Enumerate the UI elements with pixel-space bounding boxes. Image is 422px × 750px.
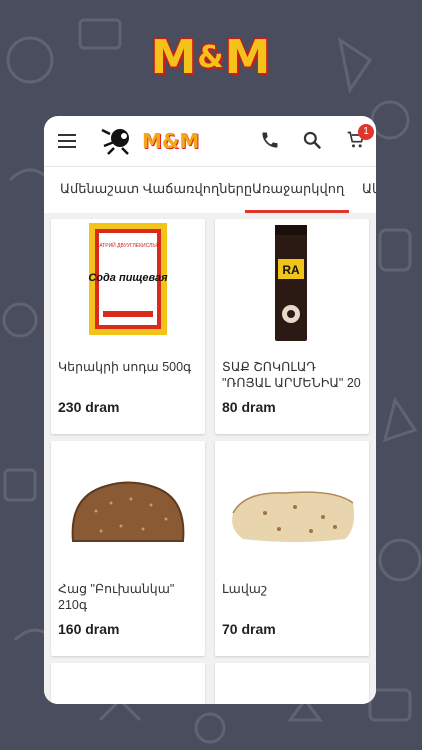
product-card[interactable]: Լավաշ 70 dram — [215, 441, 369, 656]
brand-right-letter: M — [224, 30, 272, 84]
choco-brand-text: RA — [282, 263, 300, 277]
product-card[interactable]: Հաց "Բուխանկա" 210գ 160 dram — [51, 441, 205, 656]
product-price: 160 dram — [58, 621, 120, 637]
logo-text: M&M — [142, 129, 200, 153]
product-name: Լավաշ — [222, 582, 268, 596]
phone-icon[interactable] — [260, 130, 280, 150]
app-screen: M&M 1 Ամենաշատ Վաճառվողները Առաջարկվող Ա… — [44, 116, 376, 704]
product-card[interactable] — [51, 663, 205, 704]
category-tabs: Ամենաշատ Վաճառվողները Առաջարկվող Ակ — [44, 167, 376, 214]
bread-product-image — [71, 481, 185, 542]
product-name: Հաց "Բուխանկա" 210գ — [58, 582, 175, 612]
product-card[interactable]: RA ՏԱՔ ՇՈԿՈԼԱԴ "ՌՈՅԱԼ ԱՐՄԵՆԻԱ" 20 80 dra… — [215, 219, 369, 434]
brand-amp: & — [197, 40, 225, 75]
product-name: Կերակրի սոդա 500գ — [58, 360, 192, 374]
tab-next[interactable]: Ակ — [362, 181, 376, 197]
search-icon[interactable] — [302, 130, 322, 150]
tab-recommended[interactable]: Առաջարկվող — [252, 181, 344, 197]
soda-top-text: НАТРИЙ ДВУУГЛЕКИСЛЫЙ — [96, 241, 161, 249]
product-card[interactable] — [215, 663, 369, 704]
product-price: 70 dram — [222, 621, 276, 637]
hamburger-menu-icon[interactable] — [58, 134, 76, 148]
cart-count-badge: 1 — [358, 124, 374, 140]
soda-product-image: НАТРИЙ ДВУУГЛЕКИСЛЫЙ Сода пищевая — [88, 223, 168, 335]
mascot-icon — [101, 128, 129, 155]
app-bar: M&M 1 — [44, 116, 376, 167]
soda-label-text: Сода пищевая — [88, 272, 168, 284]
product-grid: НАТРИЙ ДВУУГЛЕКИСЛЫЙ Сода пищевая Կերակր… — [44, 213, 376, 704]
product-price: 80 dram — [222, 399, 276, 415]
app-logo[interactable]: M&M — [100, 126, 199, 156]
brand-left-letter: M — [150, 30, 198, 84]
lavash-product-image — [232, 491, 354, 542]
tab-bestsellers[interactable]: Ամենաշատ Վաճառվողները — [60, 181, 252, 197]
product-card[interactable]: НАТРИЙ ДВУУГЛЕКИСЛЫЙ Сода пищевая Կերակր… — [51, 219, 205, 434]
product-name: ՏԱՔ ՇՈԿՈԼԱԴ "ՌՈՅԱԼ ԱՐՄԵՆԻԱ" 20 — [222, 360, 361, 390]
product-price: 230 dram — [58, 399, 120, 415]
brand-title: M&M — [0, 30, 422, 84]
chocolate-product-image: RA — [275, 225, 307, 341]
